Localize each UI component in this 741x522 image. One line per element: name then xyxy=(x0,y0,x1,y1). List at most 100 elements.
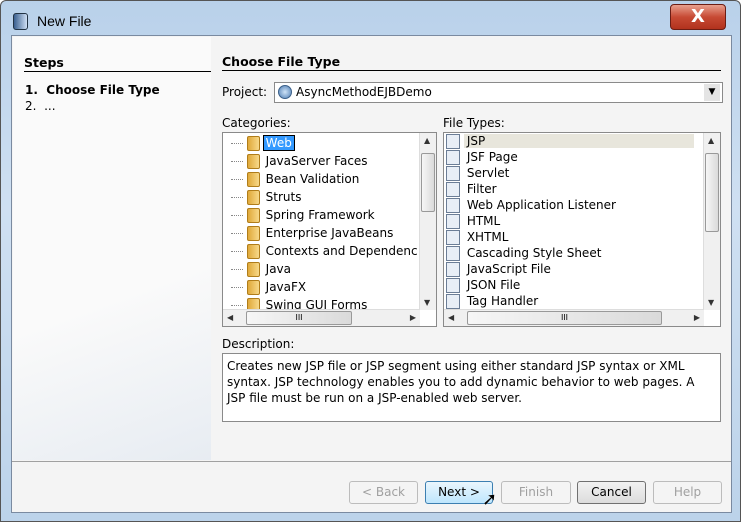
page-title: Choose File Type xyxy=(222,54,721,71)
file-type-label: JSON File xyxy=(466,278,521,292)
description-text: Creates new JSP file or JSP segment usin… xyxy=(222,353,721,422)
steps-panel: Steps 1. Choose File Type 2. ... xyxy=(13,37,211,460)
project-dropdown[interactable]: AsyncMethodEJBDemo ▼ xyxy=(274,82,723,103)
categories-horizontal-scrollbar[interactable]: ◀ III ▶ xyxy=(223,309,420,326)
netbeans-cube-icon xyxy=(13,13,28,30)
separator xyxy=(12,461,731,462)
file-type-icon xyxy=(446,150,460,165)
mouse-cursor-icon: ➚ xyxy=(482,489,498,510)
tree-line xyxy=(231,179,243,180)
steps-heading: Steps xyxy=(24,55,211,72)
category-label: Bean Validation xyxy=(265,172,360,186)
file-type-item[interactable]: Filter xyxy=(446,182,701,197)
file-type-item[interactable]: Tag Handler xyxy=(446,294,701,309)
globe-icon xyxy=(278,85,292,99)
category-item[interactable]: JavaServer Faces xyxy=(231,154,370,169)
folder-icon xyxy=(246,226,260,241)
folder-icon xyxy=(246,136,260,151)
file-type-item[interactable]: XHTML xyxy=(446,230,701,245)
file-type-icon xyxy=(446,134,460,149)
file-type-item[interactable]: HTML xyxy=(446,214,701,229)
file-type-label: JSF Page xyxy=(466,150,518,164)
step-number: 2. xyxy=(25,99,37,113)
category-item[interactable]: Spring Framework xyxy=(231,208,377,223)
file-type-label: Servlet xyxy=(466,166,510,180)
new-file-dialog: New File X Steps 1. Choose File Type 2. … xyxy=(0,0,741,522)
file-type-label: JSP xyxy=(463,134,694,148)
category-item[interactable]: Java xyxy=(231,262,293,277)
category-item[interactable]: JavaFX xyxy=(231,280,308,295)
project-label: Project: xyxy=(222,85,268,99)
file-type-label: Cascading Style Sheet xyxy=(466,246,602,260)
category-label: Contexts and Dependenc xyxy=(265,244,418,258)
folder-icon xyxy=(246,172,260,187)
category-label: Struts xyxy=(265,190,302,204)
file-type-label: Filter xyxy=(466,182,497,196)
category-item[interactable]: Struts xyxy=(231,190,303,205)
file-types-vertical-scrollbar[interactable]: ▲ ▼ xyxy=(703,133,720,310)
folder-icon xyxy=(246,280,260,295)
file-types-list[interactable]: JSP JSF Page Servlet Filter Web Applicat… xyxy=(443,132,721,327)
file-type-item[interactable]: Cascading Style Sheet xyxy=(446,246,701,261)
file-type-item[interactable]: Web Application Listener xyxy=(446,198,701,213)
window-title: New File xyxy=(37,13,92,29)
description-label: Description: xyxy=(222,337,295,351)
file-type-label: XHTML xyxy=(466,230,509,244)
project-value: AsyncMethodEJBDemo xyxy=(296,85,432,99)
file-type-item[interactable]: JSON File xyxy=(446,278,701,293)
categories-tree[interactable]: Web JavaServer Faces Bean Validation Str… xyxy=(222,132,437,327)
tree-line xyxy=(231,161,243,162)
folder-icon xyxy=(246,190,260,205)
tree-line xyxy=(231,251,243,252)
file-type-item[interactable]: JSP xyxy=(446,134,701,149)
dialog-body: Steps 1. Choose File Type 2. ... Choose … xyxy=(11,35,732,513)
file-type-icon xyxy=(446,278,460,293)
folder-icon xyxy=(246,244,260,259)
categories-label: Categories: xyxy=(222,116,291,130)
help-button[interactable]: Help xyxy=(653,481,722,504)
file-type-label: Web Application Listener xyxy=(466,198,616,212)
category-label: Enterprise JavaBeans xyxy=(265,226,394,240)
tree-line xyxy=(231,197,243,198)
categories-vertical-scrollbar[interactable]: ▲ ▼ xyxy=(419,133,436,310)
category-item[interactable]: Bean Validation xyxy=(231,172,361,187)
category-item[interactable]: Enterprise JavaBeans xyxy=(231,226,395,241)
folder-icon xyxy=(246,262,260,277)
step-2: 2. ... xyxy=(25,99,56,113)
tree-line xyxy=(231,215,243,216)
step-label: Choose File Type xyxy=(46,83,160,97)
tree-line xyxy=(231,269,243,270)
step-number: 1. xyxy=(25,83,38,97)
file-type-icon xyxy=(446,198,460,213)
file-type-label: Tag Handler xyxy=(466,294,539,308)
file-type-label: JavaScript File xyxy=(466,262,551,276)
category-label: Web xyxy=(262,135,295,151)
tree-line xyxy=(231,287,243,288)
category-label: JavaServer Faces xyxy=(265,154,368,168)
category-label: JavaFX xyxy=(265,280,307,294)
category-label: Spring Framework xyxy=(265,208,375,222)
tree-line xyxy=(231,143,243,144)
chevron-down-icon[interactable]: ▼ xyxy=(704,84,720,101)
file-type-icon xyxy=(446,214,460,229)
file-types-label: File Types: xyxy=(443,116,505,130)
finish-button[interactable]: Finish xyxy=(501,481,571,504)
file-type-label: HTML xyxy=(466,214,501,228)
file-type-item[interactable]: JSF Page xyxy=(446,150,701,165)
back-button[interactable]: < Back xyxy=(349,481,418,504)
file-type-item[interactable]: JavaScript File xyxy=(446,262,701,277)
tree-line xyxy=(231,233,243,234)
category-label: Java xyxy=(265,262,292,276)
file-types-horizontal-scrollbar[interactable]: ◀ III ▶ xyxy=(444,309,704,326)
category-item[interactable]: Web xyxy=(231,135,295,151)
step-label: ... xyxy=(44,99,56,113)
file-type-icon xyxy=(446,294,460,309)
close-button[interactable]: X xyxy=(670,4,726,30)
file-type-item[interactable]: Servlet xyxy=(446,166,701,181)
category-item[interactable]: Contexts and Dependenc xyxy=(231,244,420,259)
cancel-button[interactable]: Cancel xyxy=(577,481,646,504)
file-type-icon xyxy=(446,230,460,245)
file-type-icon xyxy=(446,166,460,181)
file-type-icon xyxy=(446,182,460,197)
file-type-icon xyxy=(446,262,460,277)
